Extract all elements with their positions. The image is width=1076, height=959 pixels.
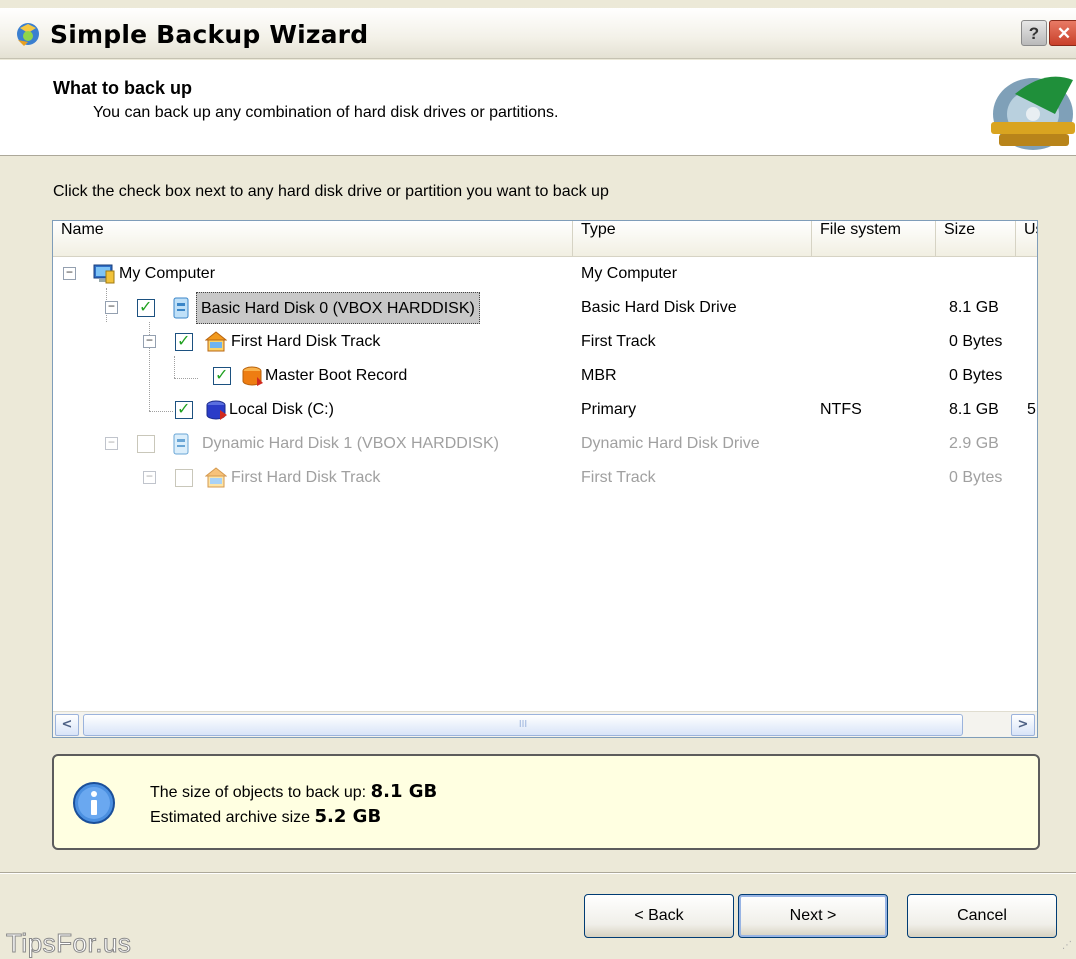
archive-size-line: Estimated archive size 5.2 GB [150,806,381,827]
column-file-system[interactable]: File system [812,221,936,257]
row-type: My Computer [581,265,678,282]
tree-row-first-track[interactable]: − First Hard Disk Track First Track 0 By… [53,325,1037,359]
row-name: First Hard Disk Track [231,333,381,350]
track-icon [205,467,227,488]
row-type: First Track [581,333,656,350]
info-icon [73,782,115,824]
column-header: Name Type File system Size Us [53,221,1037,257]
backup-size-value: 8.1 GB [370,781,438,802]
wizard-window: Simple Backup Wizard ? ✕ What to back up… [0,0,1076,959]
archive-size-label: Estimated archive size [150,809,311,826]
title-bar: Simple Backup Wizard ? ✕ [0,8,1076,59]
scroll-thumb[interactable]: III [83,714,963,736]
row-size: 2.9 GB [949,435,999,452]
partition-icon [206,400,227,420]
row-type: MBR [581,367,617,384]
hard-disk-icon [173,297,189,319]
row-checkbox[interactable] [213,365,231,385]
watermark: TipsFor.us [5,928,132,959]
row-checkbox[interactable] [137,297,155,317]
row-size: 0 Bytes [949,367,1003,384]
collapse-toggle[interactable]: − [105,301,118,314]
column-type[interactable]: Type [573,221,812,257]
row-size: 8.1 GB [949,299,999,316]
info-panel: The size of objects to back up: 8.1 GB E… [52,754,1040,850]
column-used[interactable]: Us [1016,221,1037,257]
tree-row-first-track-disk-1: − First Hard Disk Track First Track 0 By… [53,461,1037,495]
row-checkbox [137,435,155,453]
tree-row-dynamic-disk-1: − Dynamic Hard Disk 1 (VBOX HARDDISK) Dy… [53,427,1037,461]
instruction-text: Click the check box next to any hard dis… [53,183,609,200]
row-type: Primary [581,401,637,418]
row-size: 0 Bytes [949,469,1003,486]
scroll-right-button[interactable]: > [1011,714,1035,736]
row-name: Basic Hard Disk 0 (VBOX HARDDISK) [196,292,480,324]
row-name: Local Disk (C:) [229,401,334,418]
backup-disc-icon [991,76,1075,150]
collapse-toggle[interactable]: − [143,335,156,348]
horizontal-scrollbar[interactable]: < III > [53,711,1037,737]
hard-disk-icon [173,433,189,455]
close-button[interactable]: ✕ [1049,20,1076,46]
backup-size-label: The size of objects to back up: [150,784,367,801]
collapse-toggle[interactable]: − [63,267,76,280]
row-name: Dynamic Hard Disk 1 (VBOX HARDDISK) [202,435,499,452]
next-button[interactable]: Next > [738,894,888,938]
row-size: 8.1 GB [949,401,999,418]
column-name[interactable]: Name [53,221,573,257]
footer-divider [0,872,1076,874]
scroll-left-button[interactable]: < [55,714,79,736]
backup-size-line: The size of objects to back up: 8.1 GB [150,781,437,802]
collapse-toggle: − [143,471,156,484]
column-size[interactable]: Size [936,221,1016,257]
tree-row-mbr[interactable]: Master Boot Record MBR 0 Bytes [53,359,1037,393]
backup-app-icon [17,23,39,46]
track-icon [205,331,227,352]
row-type: First Track [581,469,656,486]
help-button[interactable]: ? [1021,20,1047,46]
row-type: Basic Hard Disk Drive [581,299,737,316]
disk-tree[interactable]: Name Type File system Size Us − My Compu… [52,220,1038,738]
wizard-header: What to back up You can back up any comb… [0,60,1076,156]
resize-grip[interactable]: ⋰ [1062,940,1072,951]
row-file-system: NTFS [820,401,862,418]
row-name: First Hard Disk Track [231,469,381,486]
mbr-icon [242,366,263,386]
collapse-toggle: − [105,437,118,450]
back-button[interactable]: < Back [584,894,734,938]
row-type: Dynamic Hard Disk Drive [581,435,760,452]
tree-row-local-disk-c[interactable]: Local Disk (C:) Primary NTFS 8.1 GB 5. [53,393,1037,427]
cancel-button[interactable]: Cancel [907,894,1057,938]
row-checkbox [175,469,193,487]
archive-size-value: 5.2 GB [314,806,382,827]
row-used: 5. [1027,401,1037,418]
computer-icon [93,264,115,284]
page-subtitle: You can back up any combination of hard … [93,104,559,121]
window-title: Simple Backup Wizard [50,20,369,49]
tree-row-basic-disk-0[interactable]: − Basic Hard Disk 0 (VBOX HARDDISK) Basi… [53,291,1037,325]
row-name: Master Boot Record [265,367,408,384]
row-name: My Computer [119,265,216,282]
tree-row-my-computer[interactable]: − My Computer My Computer [53,257,1037,291]
row-size: 0 Bytes [949,333,1003,350]
row-checkbox[interactable] [175,331,193,351]
page-title: What to back up [53,78,192,98]
row-checkbox[interactable] [175,399,193,419]
